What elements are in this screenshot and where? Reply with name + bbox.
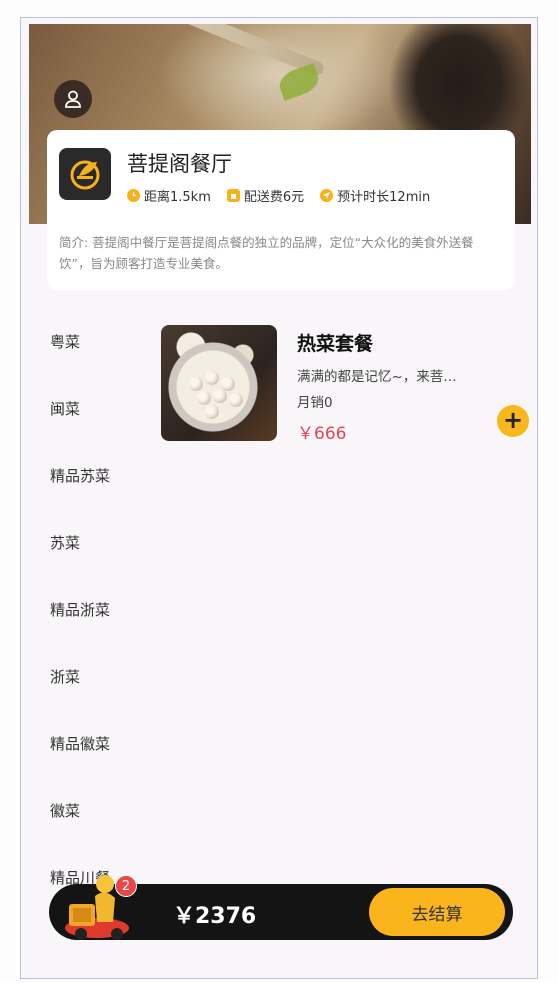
dish-monthly-sales: 月销0	[297, 395, 333, 411]
dish-title: 热菜套餐	[297, 333, 374, 355]
dish-image	[161, 325, 277, 441]
delivery-fee-info: 配送费6元	[226, 186, 305, 205]
dish-item[interactable]: 热菜套餐 满满的都是记忆~，来菩… 月销0 ￥666 +	[161, 325, 531, 445]
shop-logo	[59, 148, 111, 200]
add-to-cart-button[interactable]: +	[497, 405, 529, 437]
shop-name: 菩提阁餐厅	[127, 152, 232, 176]
eta-info: 预计时长12min	[320, 186, 430, 205]
cart-total: ￥2376	[173, 904, 257, 929]
distance-text: 距离1.5km	[144, 190, 211, 205]
clock-icon	[127, 189, 140, 202]
user-icon	[65, 90, 81, 108]
category-item[interactable]: 精品苏菜	[21, 442, 141, 509]
bag-icon	[226, 189, 240, 202]
category-item[interactable]: 浙菜	[21, 643, 141, 710]
checkout-button[interactable]: 去结算	[369, 888, 505, 936]
location-arrow-icon	[320, 189, 334, 202]
dish-price: ￥666	[297, 424, 347, 444]
category-item[interactable]: 苏菜	[21, 509, 141, 576]
banner-decoration-leaf	[275, 62, 323, 102]
dish-description: 满满的都是记忆~，来菩…	[297, 369, 457, 385]
delivery-fee-text: 配送费6元	[243, 190, 305, 205]
cart-count-badge: 2	[115, 875, 137, 897]
category-item[interactable]: 精品浙菜	[21, 576, 141, 643]
category-item[interactable]: 徽菜	[21, 777, 141, 844]
category-item[interactable]: 闽菜	[21, 375, 141, 442]
shop-info-card: 菩提阁餐厅 距离1.5km 配送费6元 预计时长12min 简介: 菩提阁中餐厅…	[47, 130, 515, 290]
user-button[interactable]	[54, 80, 92, 118]
category-item[interactable]: 精品徽菜	[21, 710, 141, 777]
shop-intro: 简介: 菩提阁中餐厅是菩提阁点餐的独立的品牌，定位“大众化的美食外送餐饮”，旨为…	[59, 235, 474, 271]
phone-frame: 菩提阁餐厅 距离1.5km 配送费6元 预计时长12min 简介: 菩提阁中餐厅…	[20, 17, 538, 979]
shop-logo-icon	[70, 160, 100, 190]
shop-meta: 距离1.5km 配送费6元 预计时长12min	[127, 186, 430, 205]
eta-text: 预计时长12min	[337, 190, 431, 205]
category-item[interactable]: 粤菜	[21, 308, 141, 375]
distance-info: 距离1.5km	[127, 186, 211, 205]
plus-icon: +	[502, 406, 524, 434]
